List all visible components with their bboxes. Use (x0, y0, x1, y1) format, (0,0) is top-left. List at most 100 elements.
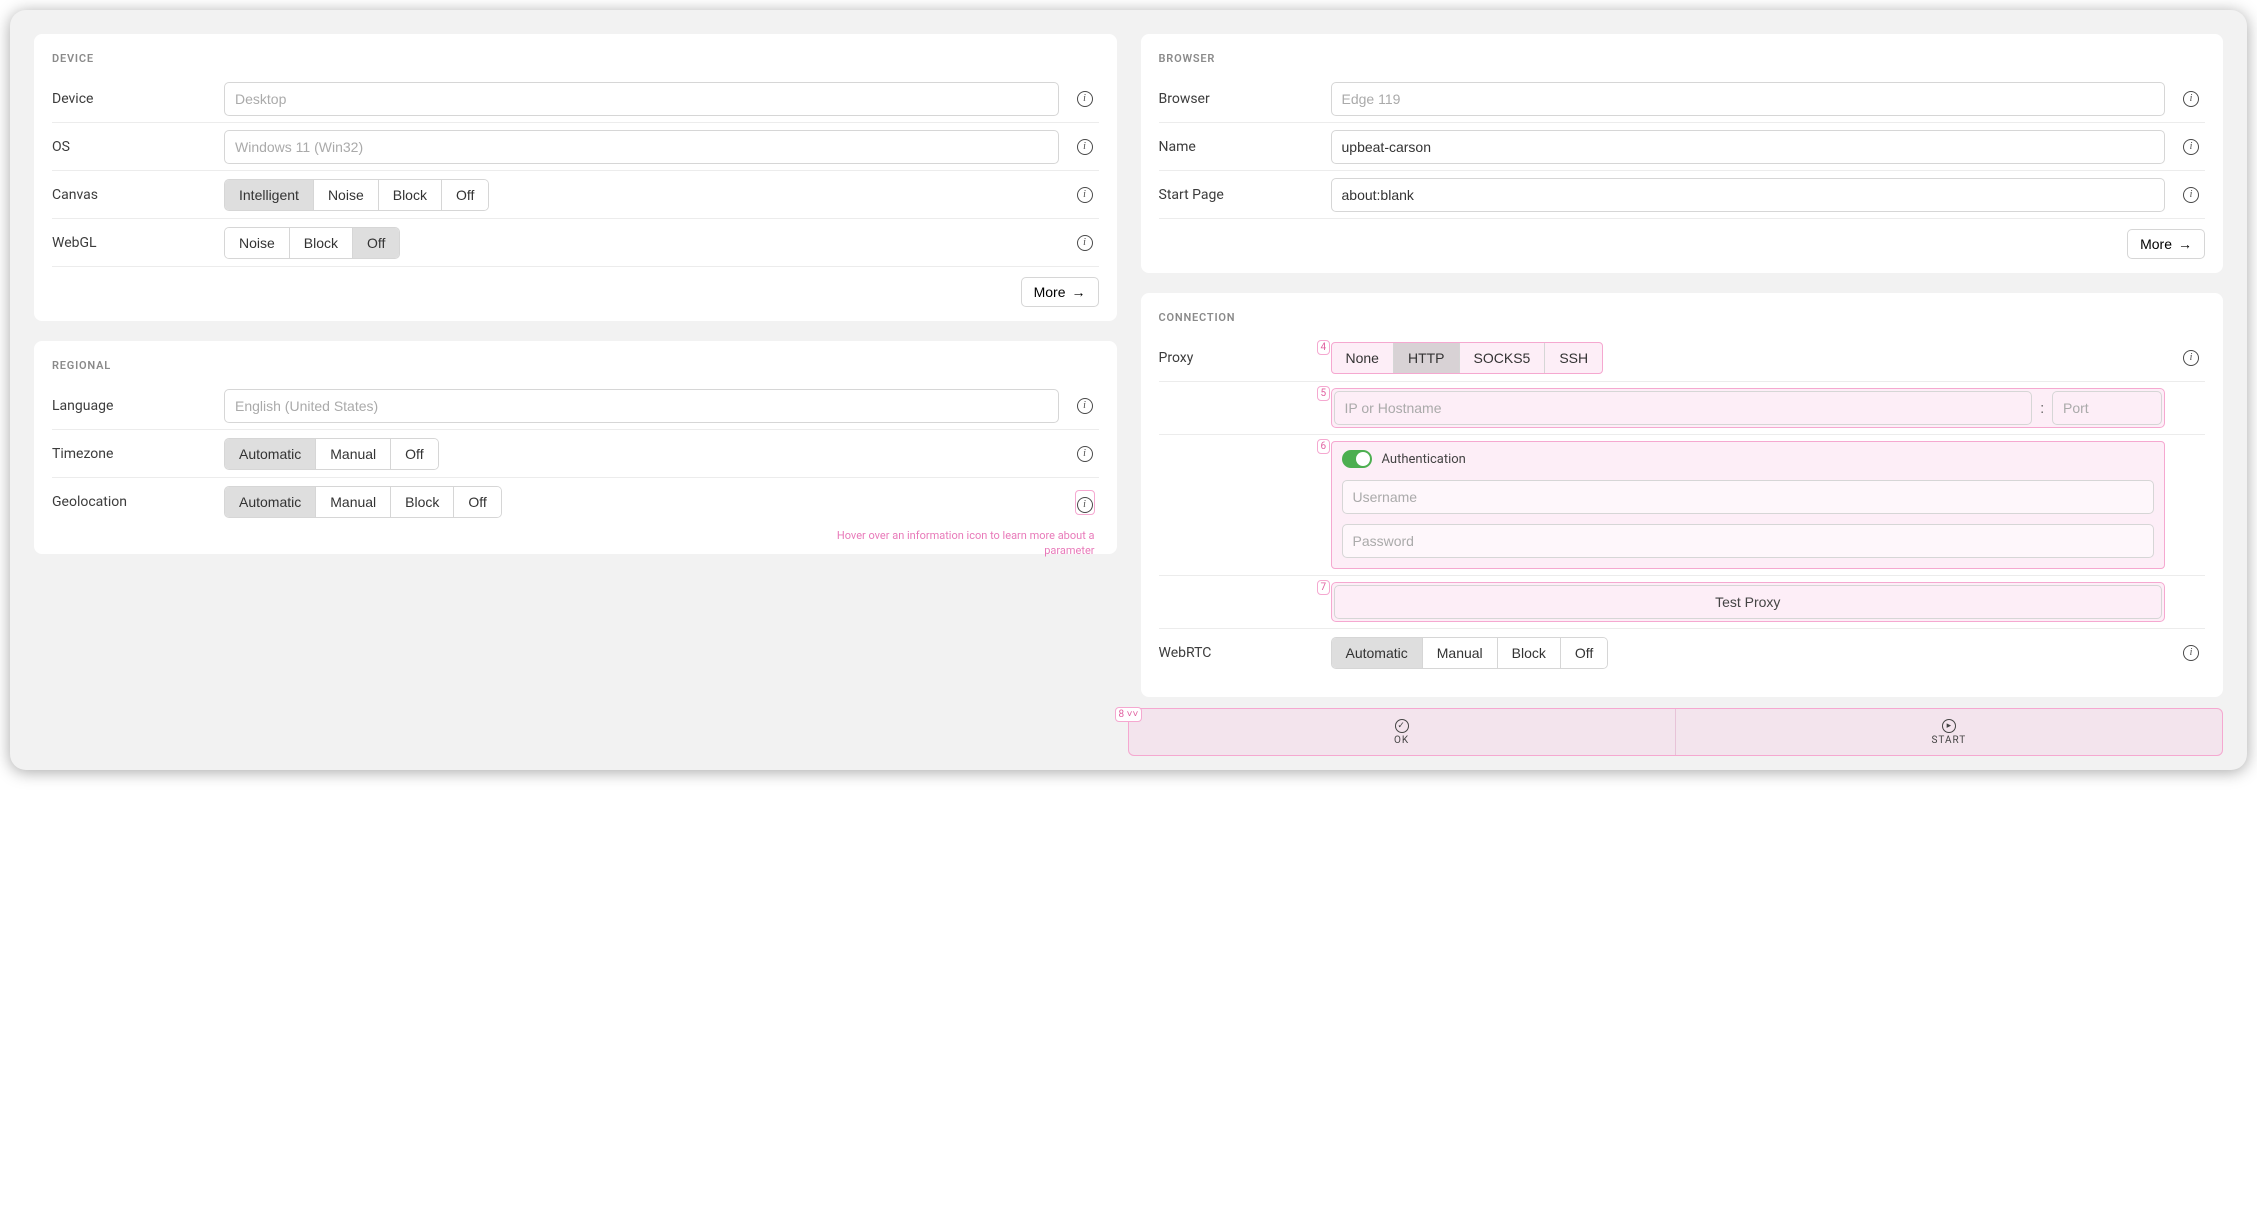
webgl-opt-off[interactable]: Off (353, 228, 399, 258)
info-icon[interactable] (2183, 139, 2199, 155)
info-icon[interactable] (2183, 187, 2199, 203)
geolocation-opt-off[interactable]: Off (454, 487, 500, 517)
auth-toggle[interactable] (1342, 450, 1372, 468)
check-circle-icon (1395, 719, 1409, 733)
info-icon[interactable] (1077, 497, 1093, 513)
info-icon[interactable] (1077, 139, 1093, 155)
canvas-opt-noise[interactable]: Noise (314, 180, 379, 210)
geolocation-opt-block[interactable]: Block (391, 487, 454, 517)
canvas-opt-off[interactable]: Off (442, 180, 488, 210)
browser-field-label: Browser (1159, 91, 1319, 107)
play-circle-icon (1942, 719, 1956, 733)
webrtc-opt-off[interactable]: Off (1561, 638, 1607, 668)
geolocation-opt-automatic[interactable]: Automatic (225, 487, 316, 517)
language-input[interactable] (224, 389, 1059, 423)
webgl-seg: Noise Block Off (224, 227, 400, 259)
canvas-field-label: Canvas (52, 187, 212, 203)
browser-more-button[interactable]: More → (2127, 229, 2205, 259)
startpage-input[interactable] (1331, 178, 2166, 212)
more-label: More (2140, 236, 2172, 252)
timezone-opt-manual[interactable]: Manual (316, 439, 391, 469)
webgl-field-label: WebGL (52, 235, 212, 251)
connection-card: CONNECTION Proxy 4 None HTTP SOCKS5 SSH (1141, 293, 2224, 697)
app-window: DEVICE Device OS Canvas Intell (10, 10, 2247, 770)
info-icon[interactable] (1077, 91, 1093, 107)
info-icon[interactable] (1077, 235, 1093, 251)
name-input[interactable] (1331, 130, 2166, 164)
proxy-opt-ssh[interactable]: SSH (1545, 343, 1602, 373)
footer-bar: 8 ˅˅ OK START (1128, 708, 2224, 756)
proxy-host-input[interactable] (1334, 391, 2033, 425)
canvas-seg: Intelligent Noise Block Off (224, 179, 489, 211)
device-title: DEVICE (52, 52, 1099, 65)
info-icon[interactable] (2183, 91, 2199, 107)
ok-label: OK (1394, 735, 1409, 746)
canvas-opt-block[interactable]: Block (379, 180, 442, 210)
right-column: BROWSER Browser Name Start Page (1141, 34, 2224, 746)
auth-block: Authentication (1331, 441, 2166, 569)
left-column: DEVICE Device OS Canvas Intell (34, 34, 1117, 746)
regional-card: REGIONAL Language Timezone Automatic Man… (34, 341, 1117, 554)
language-field-label: Language (52, 398, 212, 414)
webgl-opt-block[interactable]: Block (290, 228, 353, 258)
webrtc-field-label: WebRTC (1159, 645, 1319, 661)
info-icon[interactable] (1077, 446, 1093, 462)
proxy-username-input[interactable] (1342, 480, 2155, 514)
device-more-button[interactable]: More → (1021, 277, 1099, 307)
timezone-seg: Automatic Manual Off (224, 438, 439, 470)
tour-badge-7: 7 (1317, 580, 1331, 595)
device-input[interactable] (224, 82, 1059, 116)
name-field-label: Name (1159, 139, 1319, 155)
info-icon[interactable] (2183, 350, 2199, 366)
geolocation-seg: Automatic Manual Block Off (224, 486, 502, 518)
tour-badge-6: 6 (1317, 439, 1331, 454)
arrow-right-icon: → (1072, 284, 1086, 300)
test-proxy-button[interactable]: Test Proxy (1334, 585, 2163, 619)
canvas-opt-intelligent[interactable]: Intelligent (225, 180, 314, 210)
webgl-opt-noise[interactable]: Noise (225, 228, 290, 258)
start-label: START (1931, 735, 1966, 746)
more-label: More (1034, 284, 1066, 300)
proxy-auth-label-spacer (1159, 441, 1319, 451)
os-field-label: OS (52, 139, 212, 155)
proxy-seg: None HTTP SOCKS5 SSH (1331, 342, 1604, 374)
geolocation-field-label: Geolocation (52, 494, 212, 510)
browser-card: BROWSER Browser Name Start Page (1141, 34, 2224, 273)
proxy-opt-http[interactable]: HTTP (1394, 343, 1460, 373)
proxy-field-label: Proxy (1159, 350, 1319, 366)
os-input[interactable] (224, 130, 1059, 164)
browser-input[interactable] (1331, 82, 2166, 116)
webrtc-seg: Automatic Manual Block Off (1331, 637, 1609, 669)
info-icon[interactable] (1077, 398, 1093, 414)
device-field-label: Device (52, 91, 212, 107)
webrtc-opt-manual[interactable]: Manual (1423, 638, 1498, 668)
auth-label: Authentication (1382, 452, 1466, 467)
geolocation-opt-manual[interactable]: Manual (316, 487, 391, 517)
proxy-opt-socks5[interactable]: SOCKS5 (1460, 343, 1546, 373)
arrow-right-icon: → (2178, 236, 2192, 252)
timezone-field-label: Timezone (52, 446, 212, 462)
proxy-password-input[interactable] (1342, 524, 2155, 558)
info-icon[interactable] (2183, 645, 2199, 661)
regional-title: REGIONAL (52, 359, 1099, 372)
footer: 8 ˅˅ OK START (34, 708, 2223, 756)
webrtc-opt-automatic[interactable]: Automatic (1332, 638, 1423, 668)
info-icon[interactable] (1077, 187, 1093, 203)
timezone-opt-automatic[interactable]: Automatic (225, 439, 316, 469)
webrtc-opt-block[interactable]: Block (1498, 638, 1561, 668)
connection-title: CONNECTION (1159, 311, 2206, 324)
proxy-port-input[interactable] (2052, 391, 2162, 425)
tour-badge-5: 5 (1317, 386, 1331, 401)
start-button[interactable]: START (1676, 709, 2222, 755)
info-hint: Hover over an information icon to learn … (835, 529, 1095, 558)
timezone-opt-off[interactable]: Off (391, 439, 437, 469)
ok-button[interactable]: OK (1129, 709, 1676, 755)
proxy-opt-none[interactable]: None (1332, 343, 1394, 373)
info-highlight (1075, 490, 1095, 515)
tour-badge-8: 8 ˅˅ (1115, 707, 1143, 722)
colon-sep: : (2040, 399, 2044, 417)
device-card: DEVICE Device OS Canvas Intell (34, 34, 1117, 321)
tour-badge-4: 4 (1317, 340, 1331, 355)
startpage-field-label: Start Page (1159, 187, 1319, 203)
browser-title: BROWSER (1159, 52, 2206, 65)
